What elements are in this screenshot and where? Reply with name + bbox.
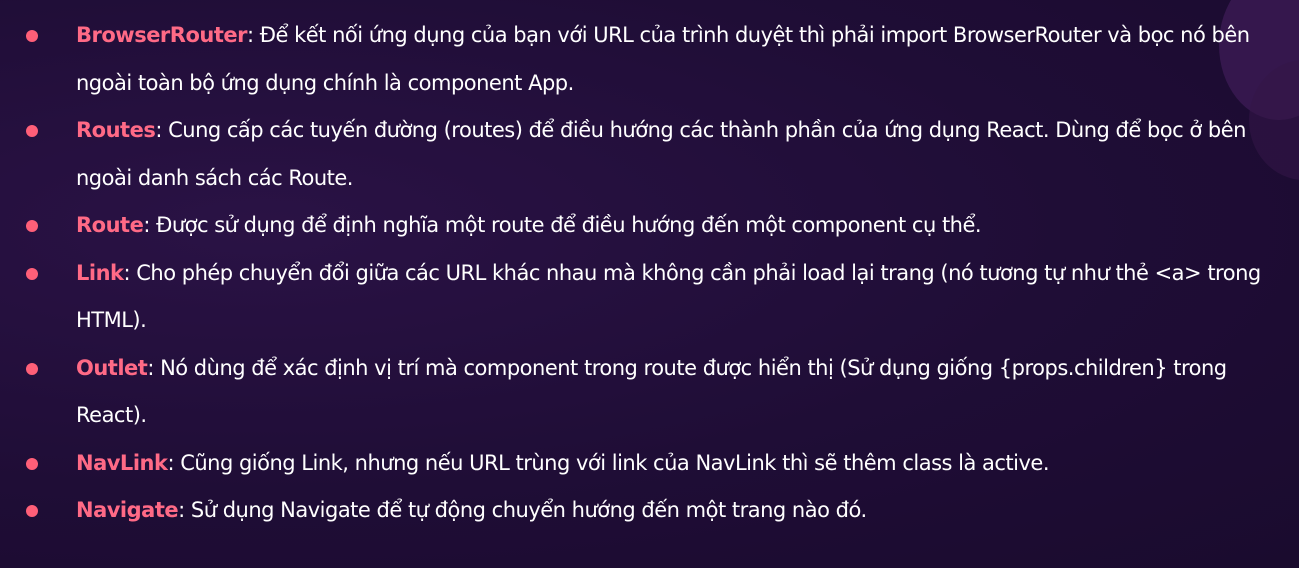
list-item-routes: Routes: Cung cấp các tuyến đường (routes…: [24, 107, 1264, 202]
bullet-icon: [26, 30, 38, 42]
term-description: : Cho phép chuyển đổi giữa các URL khác …: [76, 260, 1261, 333]
term-description: : Nó dùng để xác định vị trí mà componen…: [76, 355, 1227, 428]
term-description: : Được sử dụng để định nghĩa một route đ…: [143, 213, 982, 237]
list-item-link: Link: Cho phép chuyển đổi giữa các URL k…: [24, 250, 1264, 345]
bullet-icon: [26, 267, 38, 280]
bullet-icon: [26, 125, 38, 137]
term-description: : Cung cấp các tuyến đường (routes) để đ…: [76, 118, 1246, 190]
bullet-icon: [26, 457, 38, 470]
bullet-icon: [26, 362, 38, 375]
term-label: Route: [76, 213, 144, 237]
term-label: Navigate: [76, 498, 179, 522]
router-components-list: BrowserRouter: Để kết nối ứng dụng của b…: [24, 12, 1264, 535]
term-label: BrowserRouter: [76, 23, 247, 47]
slide-content: BrowserRouter: Để kết nối ứng dụng của b…: [0, 0, 1299, 568]
term-description: : Để kết nối ứng dụng của bạn với URL củ…: [76, 23, 1250, 95]
list-item-route: Route: Được sử dụng để định nghĩa một ro…: [24, 202, 1264, 250]
list-item-outlet: Outlet: Nó dùng để xác định vị trí mà co…: [24, 345, 1264, 440]
list-item-browserrouter: BrowserRouter: Để kết nối ứng dụng của b…: [24, 12, 1264, 107]
list-item-navigate: Navigate: Sử dụng Navigate để tự động ch…: [24, 487, 1264, 535]
bullet-icon: [26, 220, 38, 232]
term-label: Link: [76, 260, 124, 285]
bullet-icon: [26, 505, 38, 517]
term-label: NavLink: [76, 450, 168, 475]
term-description: : Cũng giống Link, nhưng nếu URL trùng v…: [167, 450, 1050, 475]
list-item-navlink: NavLink: Cũng giống Link, nhưng nếu URL …: [24, 440, 1264, 488]
term-description: : Sử dụng Navigate để tự động chuyển hướ…: [178, 498, 867, 522]
term-label: Routes: [76, 118, 156, 142]
term-label: Outlet: [76, 355, 148, 380]
